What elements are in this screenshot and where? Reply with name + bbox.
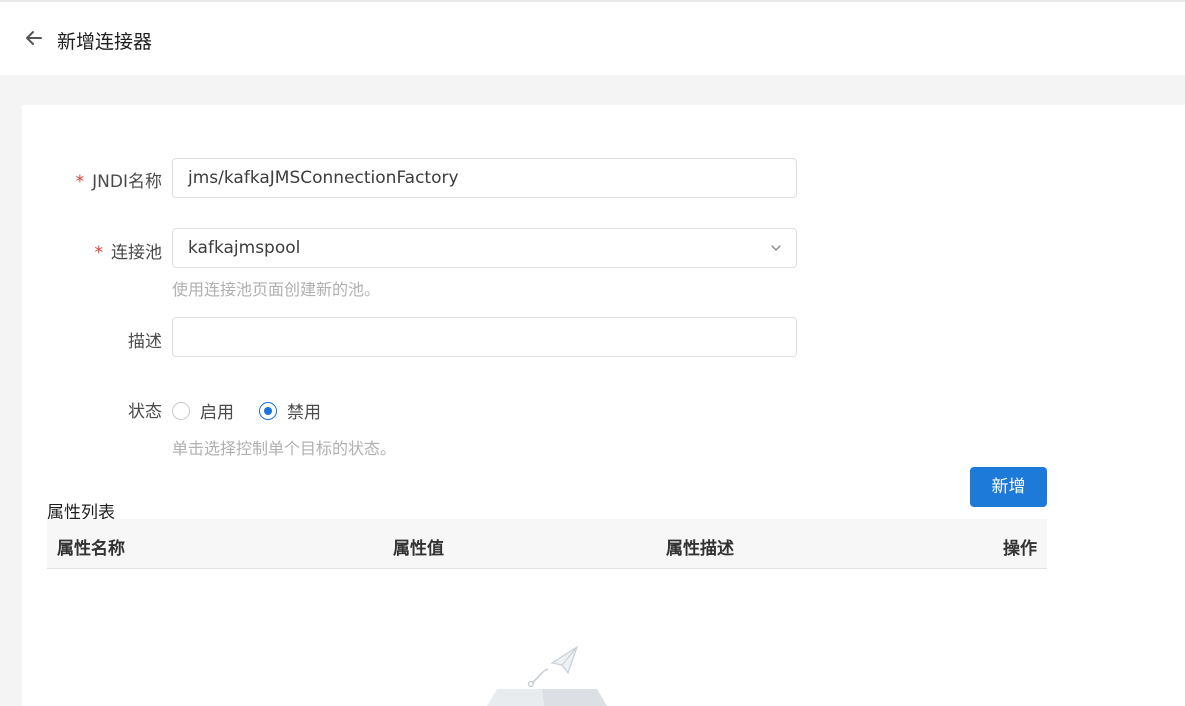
column-header-description: 属性描述 xyxy=(666,539,734,559)
description-label: 描述 xyxy=(128,332,162,352)
column-header-value: 属性值 xyxy=(393,539,444,559)
radio-enable[interactable]: 启用 xyxy=(172,398,234,423)
radio-disable-label: 禁用 xyxy=(287,403,321,423)
page-title: 新增连接器 xyxy=(57,31,153,53)
status-label: 状态 xyxy=(128,402,162,422)
radio-circle-checked xyxy=(259,401,277,420)
pool-label: * 连接池 xyxy=(94,243,163,263)
pool-select[interactable]: kafkajmspool xyxy=(172,228,797,268)
pool-select-value: kafkajmspool xyxy=(188,238,301,258)
chevron-down-icon xyxy=(771,245,781,251)
column-header-name: 属性名称 xyxy=(57,539,125,559)
jndi-name-input[interactable]: jms/kafkaJMSConnectionFactory xyxy=(172,158,797,198)
arrow-left-icon[interactable] xyxy=(24,28,44,48)
radio-enable-label: 启用 xyxy=(200,403,234,423)
form-panel: * JNDI名称 jms/kafkaJMSConnectionFactory * 连… xyxy=(22,105,1185,706)
radio-disable[interactable]: 禁用 xyxy=(259,398,321,423)
status-hint: 单击选择控制单个目标的状态。 xyxy=(172,439,397,458)
column-header-actions: 操作 xyxy=(1003,539,1037,559)
page-header: 新增连接器 xyxy=(0,2,1185,75)
required-mark: * xyxy=(75,172,85,192)
description-input[interactable] xyxy=(172,317,797,357)
properties-table-header: 属性名称 属性值 属性描述 操作 xyxy=(47,519,1047,569)
add-property-button[interactable]: 新增 xyxy=(970,467,1047,507)
jndi-label: * JNDI名称 xyxy=(75,172,162,192)
required-mark: * xyxy=(94,243,104,263)
radio-circle xyxy=(172,401,190,420)
pool-hint: 使用连接池页面创建新的池。 xyxy=(172,280,381,299)
empty-box-icon xyxy=(487,645,607,706)
